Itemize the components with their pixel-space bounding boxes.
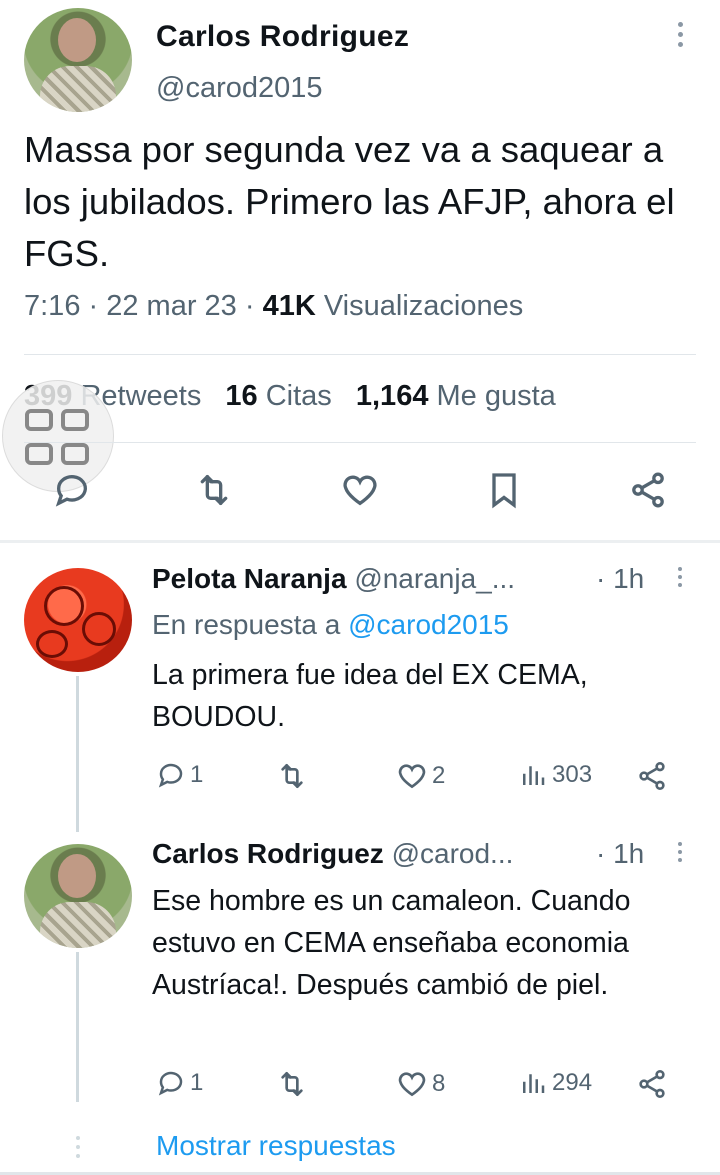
tweet-time: 7:16 — [24, 290, 81, 322]
views-count: 303 — [552, 761, 593, 788]
retweet-button[interactable] — [276, 1068, 308, 1100]
reply-to-prefix: En respuesta a — [152, 609, 341, 640]
views-icon — [518, 1068, 548, 1098]
divider — [24, 442, 696, 443]
section-divider — [0, 540, 720, 543]
reply-button[interactable]: 1 — [156, 1068, 203, 1098]
reply-icon — [156, 760, 186, 790]
retweet-icon — [276, 1068, 308, 1100]
like-icon[interactable] — [340, 470, 380, 510]
reply-actions: 1 8 294 — [0, 1068, 720, 1104]
reply-author-handle[interactable]: @carod... — [392, 838, 514, 869]
reply-author-name[interactable]: Pelota Naranja — [152, 563, 347, 594]
show-replies-link[interactable]: Mostrar respuestas — [156, 1130, 396, 1162]
tweet-text: Massa por segunda vez va a saquear a los… — [24, 129, 675, 274]
like-icon — [396, 1068, 428, 1100]
author-handle[interactable]: @carod2015 — [156, 72, 323, 105]
reply-author[interactable]: Pelota Naranja @naranja_... — [152, 563, 515, 595]
views-count: 41K — [262, 290, 316, 322]
share-icon[interactable] — [636, 760, 668, 792]
more-icon[interactable] — [670, 22, 690, 54]
reply-avatar[interactable] — [24, 568, 132, 672]
reply-to: En respuesta a @carod2015 — [152, 609, 509, 641]
views-icon — [518, 760, 548, 790]
reply-button[interactable]: 1 — [156, 760, 203, 790]
views-button[interactable]: 303 — [518, 760, 592, 790]
reply-count: 1 — [190, 1069, 204, 1096]
like-button[interactable]: 2 — [396, 760, 445, 792]
reply-text: Ese hombre es un camaleon. Cuando estuvo… — [152, 885, 631, 1001]
reply-to-handle[interactable]: @carod2015 — [348, 609, 509, 640]
reply-author[interactable]: Carlos Rodriguez @carod... — [152, 838, 513, 870]
like-count: 2 — [432, 762, 446, 789]
share-icon[interactable] — [628, 470, 668, 510]
reply-count: 1 — [190, 761, 204, 788]
reply-time: · 1h — [596, 838, 645, 869]
likes-label[interactable]: Me gusta — [437, 380, 556, 412]
tweet-actions — [0, 470, 720, 520]
tweet-meta: 7:16 · 22 mar 23 · 41K Visualizaciones — [24, 290, 524, 322]
reply-author-name[interactable]: Carlos Rodriguez — [152, 838, 384, 869]
quotes-label[interactable]: Citas — [266, 380, 332, 412]
retweet-icon[interactable] — [194, 470, 234, 510]
like-count: 8 — [432, 1070, 446, 1097]
more-icon[interactable] — [672, 567, 688, 597]
tweet-date: 22 mar 23 — [106, 290, 237, 322]
more-icon[interactable] — [672, 842, 688, 872]
share-icon[interactable] — [636, 1068, 668, 1100]
author-name[interactable]: Carlos Rodriguez — [156, 20, 409, 54]
reply-avatar[interactable] — [24, 844, 132, 948]
views-count: 294 — [552, 1069, 593, 1096]
author-avatar[interactable] — [24, 8, 132, 112]
reply-author-handle[interactable]: @naranja_... — [354, 563, 515, 594]
reply-text: La primera fue idea del EX CEMA, BOUDOU. — [152, 659, 588, 733]
reply-actions: 1 2 303 — [0, 760, 720, 796]
like-button[interactable]: 8 — [396, 1068, 445, 1100]
bookmark-icon[interactable] — [484, 470, 524, 510]
views-button[interactable]: 294 — [518, 1068, 592, 1098]
retweet-icon — [276, 760, 308, 792]
quotes-count[interactable]: 16 — [225, 380, 257, 412]
divider — [24, 354, 696, 355]
views-label[interactable]: Visualizaciones — [324, 290, 523, 322]
reply-icon — [156, 1068, 186, 1098]
likes-count[interactable]: 1,164 — [356, 380, 429, 412]
reply-time: · 1h — [596, 563, 645, 594]
reply-icon[interactable] — [52, 470, 92, 510]
thread-dots — [74, 1136, 82, 1163]
thread-line — [76, 676, 79, 832]
retweet-button[interactable] — [276, 760, 308, 792]
like-icon — [396, 760, 428, 792]
